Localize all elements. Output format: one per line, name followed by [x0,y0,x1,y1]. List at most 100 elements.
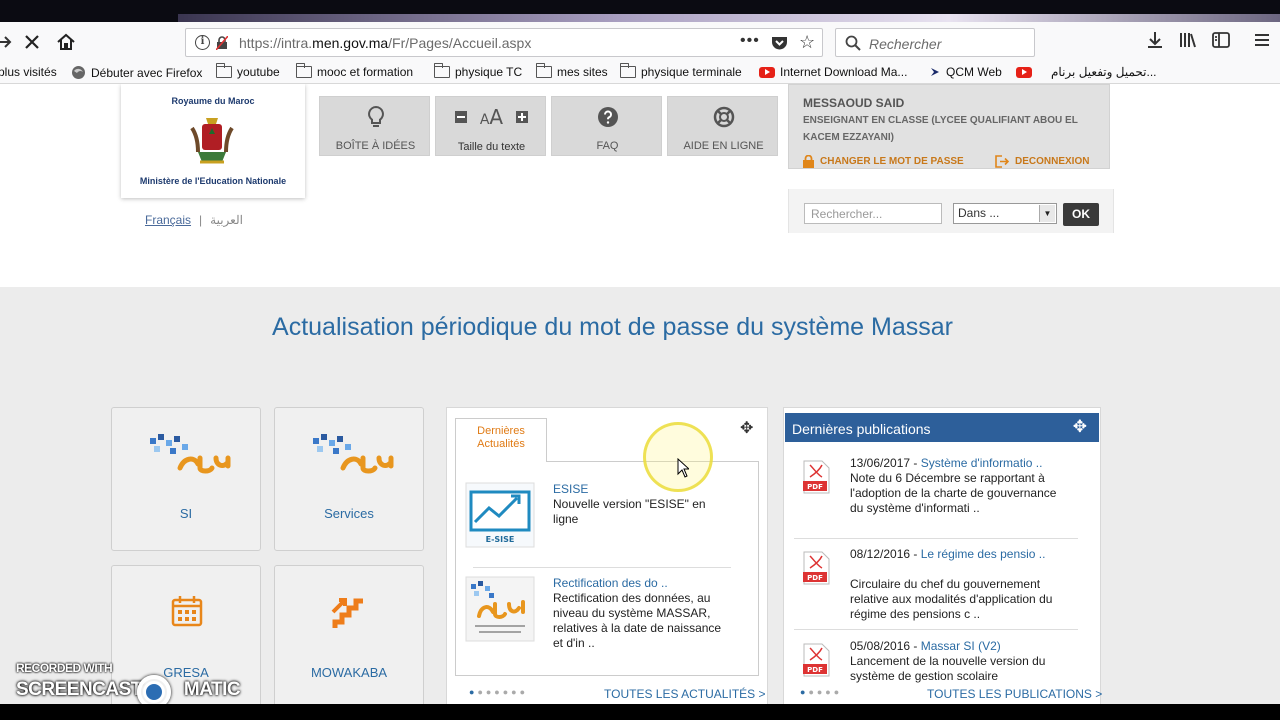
page-actions-icon[interactable]: ••• [740,32,760,50]
pdf-icon: PDF [803,551,830,585]
text-increase-icon[interactable] [516,111,529,123]
news-pagination[interactable]: ●●●●●●● [469,687,528,697]
logout-label: DECONNEXION [1015,156,1090,167]
library-icon[interactable] [1176,30,1200,54]
publication-separator [794,538,1078,539]
bookmark-label: physique TC [455,65,523,79]
lightbulb-icon [320,105,431,129]
screencast-watermark: RECORDED WITH SCREENCAST MATIC [16,661,246,709]
browser-toolbar: i https://intra.men.gov.ma/Fr/Pages/Accu… [0,22,1280,62]
search-ok-button[interactable]: OK [1063,203,1099,226]
stairs-arrow-icon [331,598,363,628]
bookmark-youtube[interactable]: youtube [215,63,280,79]
bookmark-physique-terminale[interactable]: physique terminale [619,63,742,79]
news-title[interactable]: ESISE [553,482,588,496]
publication-date: 08/12/2016 - [850,547,921,561]
svg-text:PDF: PDF [807,574,823,582]
bookmark-getting-started[interactable]: Débuter avec Firefox [71,65,202,80]
bookmark-qcm-web[interactable]: QCM Web [929,65,1002,79]
app-services-label: Services [324,506,374,521]
publication-link[interactable]: Système d'informatio .. [921,456,1043,470]
window-top-strip [0,0,1280,22]
news-title[interactable]: Rectification des do .. [553,576,668,590]
publication-item[interactable]: PDF 08/12/2016 - Le régime des pensio ..… [798,547,1088,627]
search-scope-select[interactable]: Dans ... ▼ [953,203,1057,224]
folder-icon [215,63,232,78]
svg-text:PDF: PDF [807,483,823,491]
massar-logo-icon [150,434,231,474]
change-password-link[interactable]: CHANGER LE MOT DE PASSE [803,155,964,168]
user-name: MESSAOUD SAID [803,96,905,110]
bookmark-label: plus visités [0,65,57,79]
app-tile-services[interactable]: Services [274,407,424,551]
coat-of-arms-icon [190,118,234,164]
bookmark-most-visited[interactable]: plus visités [0,65,57,79]
text-decrease-icon[interactable] [454,111,467,123]
url-bar[interactable]: i https://intra.men.gov.ma/Fr/Pages/Accu… [185,28,823,57]
bookmark-physique-tc[interactable]: physique TC [433,63,523,79]
publications-panel: Dernières publications ✥ PDF 13/06/2017 … [783,407,1102,704]
publication-link[interactable]: Massar SI (V2) [921,639,1001,653]
search-placeholder: Rechercher [869,36,942,52]
bookmark-idm[interactable]: Internet Download Ma... [759,65,907,79]
youtube-icon [759,66,775,78]
online-help-button[interactable]: AIDE EN LIGNE [667,96,778,156]
publications-title: Dernières publications [792,421,931,437]
bottom-letterbox [0,704,1280,720]
site-search-input[interactable]: Rechercher... [804,203,942,224]
ideas-box-button[interactable]: BOÎTE À IDÉES [319,96,430,156]
sidebar-icon[interactable] [1209,30,1233,54]
publication-link[interactable]: Le régime des pensio .. [921,547,1046,561]
pdf-icon: PDF [803,460,830,494]
logout-icon [995,155,1009,168]
change-password-label: CHANGER LE MOT DE PASSE [820,156,964,167]
move-icon[interactable]: ✥ [740,418,753,438]
app-tile-si[interactable]: SI [111,407,261,551]
publication-date: 05/08/2016 - [850,639,921,653]
stop-icon[interactable] [20,30,44,54]
info-icon[interactable]: i [195,35,210,50]
watermark-brand: SCREENCAST MATIC [16,679,241,701]
publication-item[interactable]: PDF 13/06/2017 - Système d'informatio ..… [798,456,1088,536]
all-publications-link[interactable]: TOUTES LES PUBLICATIONS > [927,687,1102,701]
download-icon[interactable] [1143,30,1167,54]
menu-icon[interactable] [1250,30,1274,54]
search-bar[interactable]: Rechercher [835,28,1035,57]
publication-desc: Circulaire du chef du gouvernement relat… [850,577,1053,621]
language-french-link[interactable]: Français [145,213,191,227]
forward-icon[interactable] [0,30,16,54]
tab-latest-news[interactable]: Dernières Actualités [455,418,547,462]
calendar-icon [171,596,203,627]
lock-icon [803,155,814,168]
lock-warning-icon[interactable] [216,36,228,50]
publications-pagination[interactable]: ●●●●● [800,687,842,697]
language-arabic-link[interactable]: العربية [210,213,243,227]
bookmark-star-icon[interactable]: ☆ [799,32,815,53]
all-news-link[interactable]: TOUTES LES ACTUALITÉS > [604,687,766,701]
bookmark-mes-sites[interactable]: mes sites [535,63,608,79]
bookmark-mooc[interactable]: mooc et formation [295,63,413,79]
publication-item[interactable]: PDF 05/08/2016 - Massar SI (V2) Lancemen… [798,639,1088,683]
firefox-icon [72,66,85,79]
page-content: Royaume du Maroc Ministère de l'Educatio… [0,84,1280,704]
page-headline[interactable]: Actualisation périodique du mot de passe… [0,313,1225,342]
ministry-logo[interactable]: Royaume du Maroc Ministère de l'Educatio… [121,84,305,198]
publications-header: Dernières publications ✥ [785,413,1099,442]
news-desc: Nouvelle version "ESISE" en ligne [553,497,706,526]
bookmark-arabic[interactable]: تحميل وتفعيل برنام... [1016,65,1157,79]
question-icon [552,105,663,129]
folder-icon [295,63,312,78]
faq-button[interactable]: FAQ [551,96,662,156]
bookmark-label: Internet Download Ma... [780,65,908,79]
move-icon[interactable]: ✥ [1073,417,1087,437]
app-tile-mowakaba[interactable]: MOWAKABA [274,565,424,704]
home-icon[interactable] [54,30,78,54]
font-size-icon: AA [479,105,504,129]
language-separator: | [199,213,203,227]
pocket-icon[interactable] [771,35,788,51]
logout-link[interactable]: DECONNEXION [995,155,1089,168]
arrow-icon [931,68,939,76]
massar-logo-icon [313,434,394,474]
url-text[interactable]: https://intra.men.gov.ma/Fr/Pages/Accuei… [239,35,531,51]
watermark-recorded-label: RECORDED WITH [16,661,113,675]
